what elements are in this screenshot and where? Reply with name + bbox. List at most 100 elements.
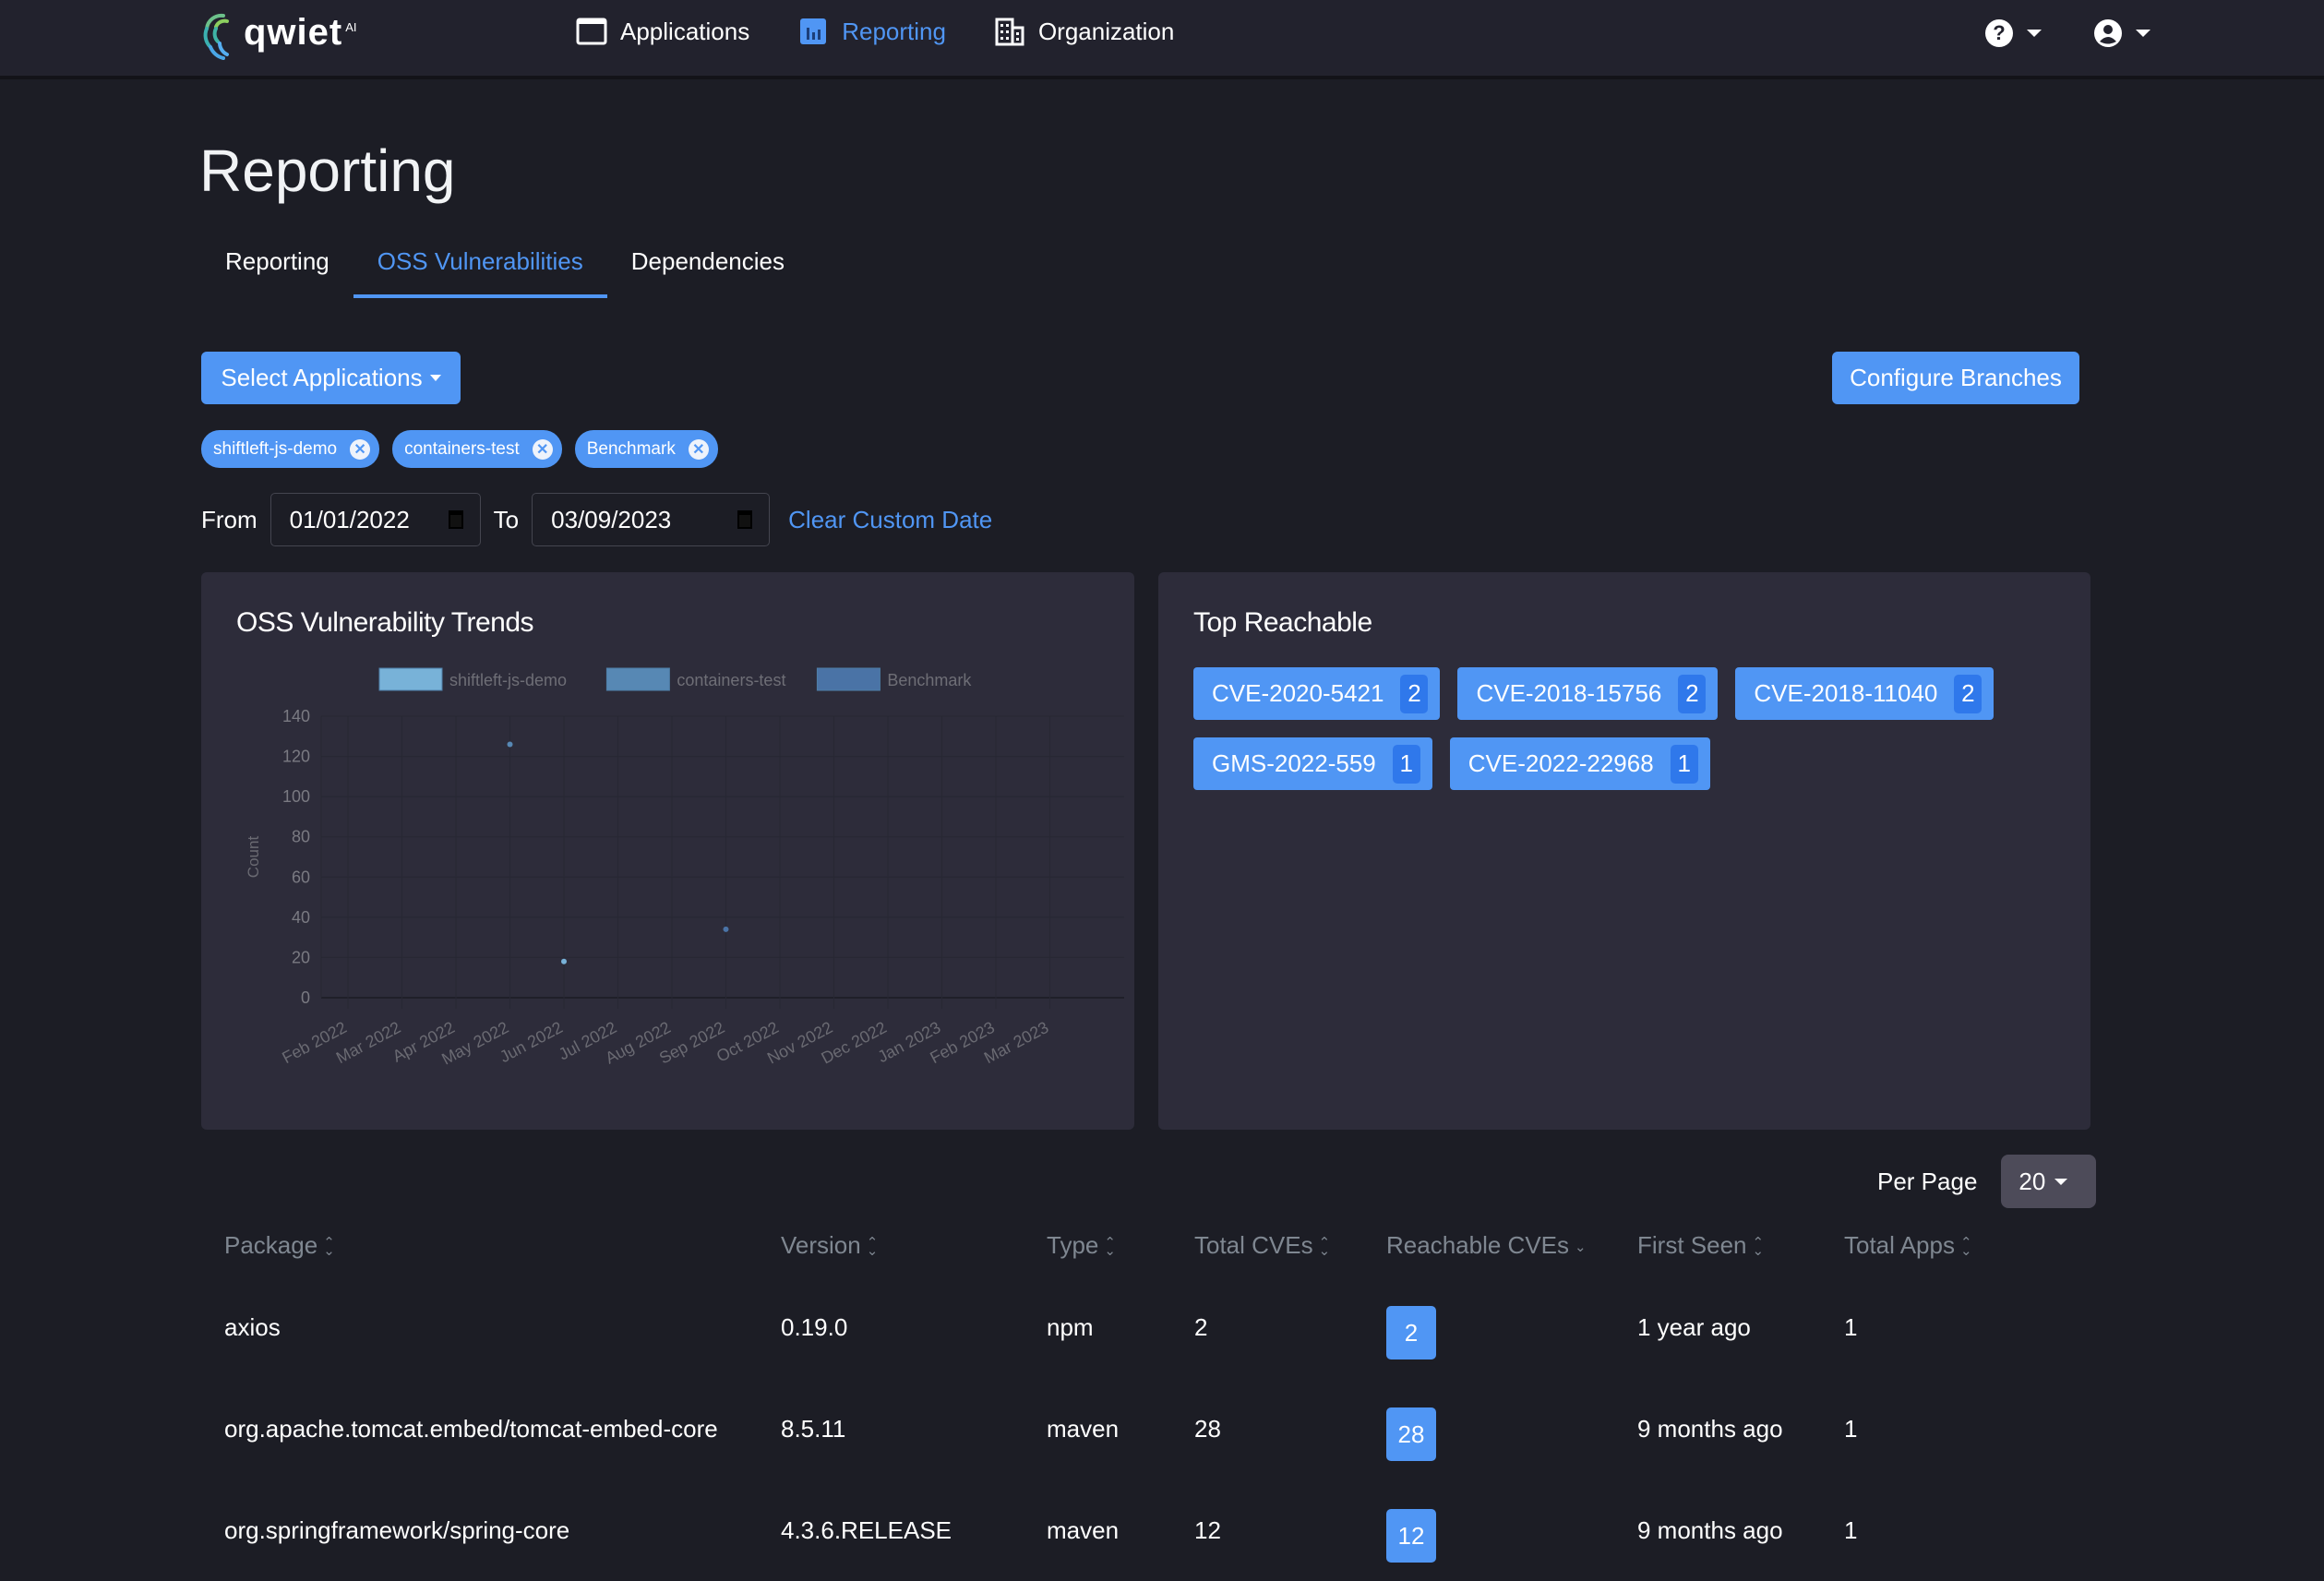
col-label: Package [224,1231,318,1259]
window-icon [576,18,607,45]
col-label: Reachable CVEs [1386,1231,1569,1259]
cve-chip[interactable]: CVE-2020-5421 2 [1193,667,1441,720]
top-reachable-title: Top Reachable [1193,607,1372,638]
col-total-apps[interactable]: Total Apps ⌃ ⌄ [1821,1216,2015,1276]
nav-item-reporting[interactable]: Reporting [797,17,946,46]
col-version[interactable]: Version ⌃ ⌄ [758,1216,1024,1276]
user-menu[interactable] [2093,18,2150,48]
cell-total-cves: 12 [1194,1515,1221,1544]
sort-icon: ⌃ ⌄ [1752,1235,1765,1260]
from-label: From [201,505,258,533]
app-chip-label: Benchmark [586,438,676,459]
calendar-icon[interactable] [737,510,753,529]
chevron-down-icon [2027,30,2042,37]
legend-label: containers-test [677,671,785,689]
top-reachable-list: CVE-2020-5421 2 CVE-2018-15756 2 CVE-201… [1193,667,2042,790]
table-row[interactable]: axios 0.19.0 npm 2 2 1 year ago 1 [201,1276,2015,1378]
configure-branches-button[interactable]: Configure Branches [1832,352,2079,404]
cve-count: 1 [1392,744,1420,784]
cell-reachable-cves: 2 [1363,1276,1614,1378]
y-tick-label: 0 [301,988,310,1007]
remove-chip-icon[interactable]: ✕ [688,438,709,460]
y-axis-label: Count [245,836,262,879]
building-icon [995,18,1024,46]
clear-custom-date-link[interactable]: Clear Custom Date [788,506,992,534]
cve-id: CVE-2022-22968 [1467,749,1654,777]
from-date-value: 01/01/2022 [289,505,410,533]
reachable-badge[interactable]: 2 [1386,1306,1436,1359]
cell-total-cves: 2 [1194,1312,1208,1341]
date-range: From 01/01/2022 To 03/09/2023 Clear Cust… [201,493,992,546]
from-date-input[interactable]: 01/01/2022 [270,493,481,546]
chevron-down-icon [429,375,441,381]
cell-first-seen: 9 months ago [1637,1414,1783,1443]
cell-first-seen: 1 year ago [1637,1312,1751,1341]
sort-desc-icon: ⌄ [1575,1239,1587,1255]
cve-chip[interactable]: GMS-2022-559 1 [1193,737,1432,790]
legend-swatch [378,667,443,691]
logo-swirl-icon [203,13,229,60]
nav-item-organization[interactable]: Organization [994,17,1174,46]
cell-reachable-cves: 28 [1363,1378,1614,1479]
cell-total-apps: 1 [1844,1414,1858,1443]
cve-chip[interactable]: CVE-2018-11040 2 [1735,667,1995,720]
svg-text:?: ? [1993,21,2005,44]
cell-total-apps: 1 [1844,1515,1858,1544]
data-point [723,926,729,932]
table-row[interactable]: org.springframework/spring-core 4.3.6.RE… [201,1479,2015,1581]
per-page-value: 20 [2019,1167,2046,1195]
table-row[interactable]: org.apache.tomcat.embed/tomcat-embed-cor… [201,1378,2015,1479]
sort-icon: ⌃ ⌄ [1104,1235,1116,1260]
y-tick-label: 120 [282,748,310,766]
legend-label: Benchmark [887,671,972,689]
col-package[interactable]: Package ⌃ ⌄ [201,1216,758,1276]
trends-chart: 020406080100120140Feb 2022Mar 2022Apr 20… [245,667,1124,1069]
remove-chip-icon[interactable]: ✕ [532,438,553,460]
nav-label: Organization [1037,17,1175,45]
app-chip-label: containers-test [404,438,520,459]
cve-chip[interactable]: CVE-2018-15756 2 [1457,667,1719,720]
cve-id: CVE-2020-5421 [1212,679,1384,707]
tab-dependencies[interactable]: Dependencies [607,236,809,298]
remove-chip-icon[interactable]: ✕ [350,438,371,460]
reachable-badge[interactable]: 12 [1386,1509,1436,1563]
y-tick-label: 140 [282,707,310,725]
tab-reporting[interactable]: Reporting [201,236,353,298]
report-tabs: Reporting OSS Vulnerabilities Dependenci… [201,236,809,298]
app-chip-label: shiftleft-js-demo [213,438,338,459]
cell-reachable-cves: 12 [1363,1479,1614,1581]
select-applications-label: Select Applications [221,364,423,391]
cve-chip[interactable]: CVE-2022-22968 1 [1449,737,1710,790]
select-applications-button[interactable]: Select Applications [201,352,461,404]
y-tick-label: 20 [292,948,310,966]
col-reachable-cves[interactable]: Reachable CVEs ⌄ [1363,1216,1614,1276]
col-total-cves[interactable]: Total CVEs ⌃ ⌄ [1171,1216,1363,1276]
cell-type: maven [1047,1414,1120,1443]
cve-id: CVE-2018-11040 [1754,679,1938,707]
col-first-seen[interactable]: First Seen ⌃ ⌄ [1614,1216,1821,1276]
sort-icon: ⌃ ⌄ [1959,1235,1972,1260]
nav-item-applications[interactable]: Applications [576,17,749,46]
cve-count: 2 [1954,674,1983,713]
chevron-down-icon [2054,1178,2068,1185]
qwiet-logo[interactable]: qwiet AI [199,7,357,63]
tab-oss-vulnerabilities[interactable]: OSS Vulnerabilities [353,236,607,298]
legend-label: shiftleft-js-demo [449,671,567,689]
per-page-select[interactable]: 20 [2001,1155,2097,1208]
data-point [507,741,513,748]
col-type[interactable]: Type ⌃ ⌄ [1024,1216,1171,1276]
legend-swatch [816,667,880,691]
page-title: Reporting [199,138,456,204]
to-date-input[interactable]: 03/09/2023 [532,493,771,546]
y-tick-label: 100 [282,787,310,806]
help-menu[interactable]: ? [1984,18,2042,48]
app-chip: containers-test ✕ [392,430,562,468]
calendar-icon[interactable] [448,510,463,529]
selected-apps: shiftleft-js-demo ✕ containers-test ✕ Be… [201,430,718,468]
reachable-badge[interactable]: 28 [1386,1407,1436,1461]
bar-chart-icon [800,18,827,44]
app-chip: shiftleft-js-demo ✕ [201,430,380,468]
oss-trends-card: OSS Vulnerability Trends 0 20 40 60 80 100 120… [201,572,1134,1130]
per-page-label: Per Page [1877,1167,1978,1195]
cve-count: 2 [1678,674,1707,713]
